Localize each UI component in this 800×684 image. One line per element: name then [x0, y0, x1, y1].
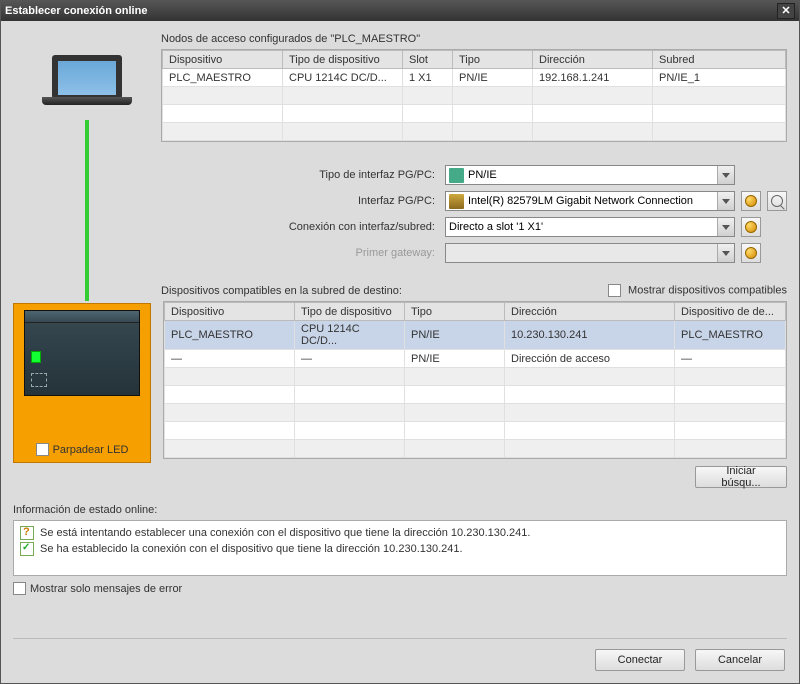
col-devtype[interactable]: Tipo de dispositivo [295, 303, 405, 321]
nic-icon [449, 194, 464, 209]
plc-icon [24, 310, 140, 396]
dialog-window: Establecer conexión online ✕ Nodos de ac… [0, 0, 800, 684]
search-icon [771, 195, 783, 207]
col-target[interactable]: Dispositivo de de... [675, 303, 786, 321]
table-row[interactable]: PLC_MAESTRO CPU 1214C DC/D... PN/IE 10.2… [165, 321, 786, 350]
start-search-button[interactable]: Iniciar búsqu... [695, 466, 787, 488]
log-line: Se está intentando establecer una conexi… [20, 525, 780, 541]
access-nodes-label: Nodos de acceso configurados de "PLC_MAE… [161, 33, 787, 45]
subnet-label: Conexión con interfaz/subred: [161, 221, 445, 233]
chevron-down-icon [717, 218, 734, 236]
device-column: Parpadear LED [13, 301, 163, 488]
pgpc-type-select[interactable]: PN/IE [445, 165, 735, 185]
interface-settings-button[interactable] [741, 191, 761, 211]
blink-led-checkbox[interactable] [36, 443, 49, 456]
device-preview: Parpadear LED [13, 303, 151, 463]
col-type[interactable]: Tipo [405, 303, 505, 321]
access-nodes-grid: Dispositivo Tipo de dispositivo Slot Tip… [161, 49, 787, 142]
subnet-select[interactable]: Directo a slot '1 X1' [445, 217, 735, 237]
upper-section: Nodos de acceso configurados de "PLC_MAE… [13, 29, 787, 301]
globe-icon [745, 195, 757, 207]
gateway-label: Primer gateway: [161, 247, 445, 259]
dialog-content: Nodos de acceso configurados de "PLC_MAE… [1, 21, 799, 683]
col-devtype[interactable]: Tipo de dispositivo [283, 51, 403, 69]
pnie-icon [449, 168, 464, 183]
col-subnet[interactable]: Subred [653, 51, 786, 69]
show-compatible-checkbox[interactable] [608, 284, 621, 297]
connect-button[interactable]: Conectar [595, 649, 685, 671]
col-address[interactable]: Dirección [533, 51, 653, 69]
col-device[interactable]: Dispositivo [163, 51, 283, 69]
col-address[interactable]: Dirección [505, 303, 675, 321]
chevron-down-icon [717, 244, 734, 262]
close-button[interactable]: ✕ [777, 3, 795, 19]
compatible-grid-col: Dispositivo Tipo de dispositivo Tipo Dir… [163, 301, 787, 488]
gateway-select [445, 243, 735, 263]
connection-line [85, 120, 89, 301]
table-row[interactable]: PLC_MAESTRO CPU 1214C DC/D... 1 X1 PN/IE… [163, 69, 786, 87]
lower-section: Parpadear LED Dispositivo Tipo de dispos… [13, 301, 787, 488]
globe-icon [745, 247, 757, 259]
compatible-devices-label: Dispositivos compatibles en la subred de… [161, 285, 402, 297]
col-slot[interactable]: Slot [403, 51, 453, 69]
errors-only-checkbox[interactable] [13, 582, 26, 595]
laptop-icon [42, 55, 132, 120]
subnet-settings-button[interactable] [741, 217, 761, 237]
pgpc-if-label: Interfaz PG/PC: [161, 195, 445, 207]
main-column: Nodos de acceso configurados de "PLC_MAE… [161, 29, 787, 301]
log-line: Se ha establecido la conexión con el dis… [20, 541, 780, 557]
globe-icon [745, 221, 757, 233]
show-compatible-checkbox-row: Mostrar dispositivos compatibles [608, 284, 787, 297]
error-filter-row: Mostrar solo mensajes de error [13, 582, 787, 595]
titlebar: Establecer conexión online ✕ [1, 1, 799, 21]
chevron-down-icon [717, 166, 734, 184]
col-device[interactable]: Dispositivo [165, 303, 295, 321]
laptop-column [13, 29, 161, 301]
status-log: Se está intentando establecer una conexi… [13, 520, 787, 576]
blink-led-row: Parpadear LED [36, 443, 129, 456]
status-label: Información de estado online: [13, 504, 787, 516]
compatible-devices-grid: Dispositivo Tipo de dispositivo Tipo Dir… [163, 301, 787, 459]
pgpc-type-label: Tipo de interfaz PG/PC: [161, 169, 445, 181]
gateway-settings-button[interactable] [741, 243, 761, 263]
table-row[interactable]: — — PN/IE Dirección de acceso — [165, 350, 786, 368]
cancel-button[interactable]: Cancelar [695, 649, 785, 671]
interface-form: Tipo de interfaz PG/PC: PN/IE Interfaz P… [161, 162, 787, 266]
window-title: Establecer conexión online [5, 5, 147, 17]
footer-buttons: Conectar Cancelar [595, 649, 785, 671]
status-section: Información de estado online: Se está in… [13, 504, 787, 595]
question-icon [20, 526, 34, 540]
chevron-down-icon [717, 192, 734, 210]
col-type[interactable]: Tipo [453, 51, 533, 69]
footer-separator [13, 638, 787, 639]
check-icon [20, 542, 34, 556]
pgpc-if-select[interactable]: Intel(R) 82579LM Gigabit Network Connect… [445, 191, 735, 211]
interface-search-button[interactable] [767, 191, 787, 211]
